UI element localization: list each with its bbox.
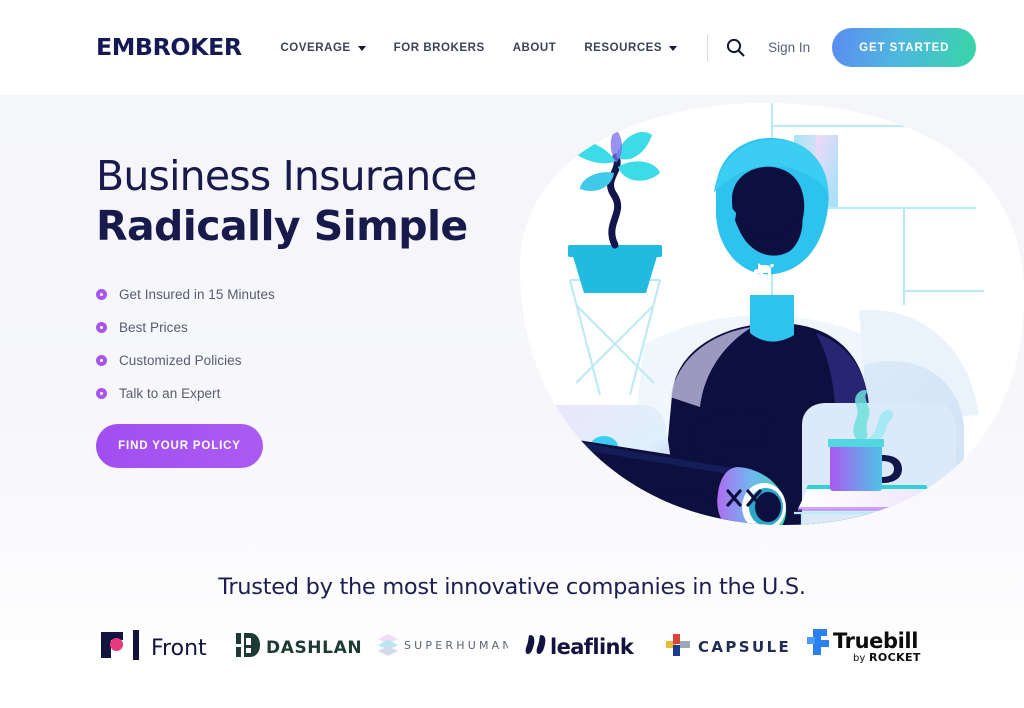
bullet-point-icon [96, 388, 107, 400]
nav-item-label: COVERAGE [280, 41, 351, 54]
embroker-logo[interactable]: EMBROKER [96, 35, 242, 61]
get-started-button[interactable]: GET STARTED [832, 28, 977, 67]
benefit-label: Get Insured in 15 Minutes [119, 287, 275, 303]
nav-item-label: FOR BROKERS [393, 41, 485, 54]
nav-divider [707, 34, 709, 61]
svg-text:Front: Front [151, 636, 207, 661]
svg-text:Truebill: Truebill [833, 629, 918, 653]
page-title-line2: Radically Simple [96, 201, 468, 250]
bullet-point-icon [96, 322, 107, 334]
partner-logos: Front DASHLANE [0, 622, 1024, 668]
nav-item-resources[interactable]: RESOURCES [570, 42, 691, 54]
chevron-down-icon [357, 46, 366, 51]
benefit-label: Customized Policies [119, 353, 242, 369]
trusted-by-title: Trusted by the most innovative companies… [218, 574, 806, 600]
main-navigation: COVERAGE FOR BROKERS ABOUT RESOURCES [266, 42, 691, 54]
hero-content: Business Insurance Radically Simple Get … [96, 152, 526, 469]
svg-text:CAPSULE: CAPSULE [698, 638, 788, 656]
landing-page: EMBROKER COVERAGE FOR BROKERS ABOUT RESO… [0, 0, 1024, 708]
list-item: Customized Policies [96, 353, 526, 368]
sign-in-link[interactable]: Sign In [768, 40, 810, 55]
nav-item-label: RESOURCES [584, 41, 663, 54]
dashlane-logo[interactable]: DASHLANE [227, 622, 370, 668]
svg-text:SUPERHUMAN: SUPERHUMAN [404, 639, 508, 652]
nav-item-coverage[interactable]: COVERAGE [266, 42, 379, 54]
hero-section: Business Insurance Radically Simple Get … [0, 95, 1024, 560]
chevron-down-icon [669, 46, 678, 51]
search-icon[interactable] [722, 35, 748, 61]
trusted-by-section: Trusted by the most innovative companies… [0, 560, 1024, 708]
benefit-label: Best Prices [119, 320, 188, 336]
find-your-policy-button[interactable]: FIND YOUR POLICY [96, 424, 263, 469]
nav-item-for-brokers[interactable]: FOR BROKERS [380, 42, 499, 54]
list-item: Talk to an Expert [96, 386, 526, 401]
page-title-line1: Business Insurance [96, 152, 477, 200]
bullet-point-icon [96, 289, 107, 301]
site-header: EMBROKER COVERAGE FOR BROKERS ABOUT RESO… [0, 0, 1024, 95]
benefit-label: Talk to an Expert [119, 386, 221, 402]
bullet-point-icon [96, 355, 107, 367]
superhuman-logo[interactable]: SUPERHUMAN [369, 622, 512, 668]
svg-text:by: by [853, 653, 865, 664]
nav-item-label: ABOUT [512, 41, 557, 54]
truebill-logo[interactable]: Truebill by ROCKET [797, 622, 940, 668]
front-logo[interactable]: Front [84, 622, 227, 668]
list-item: Best Prices [96, 320, 526, 335]
benefits-list: Get Insured in 15 Minutes Best Prices Cu… [96, 287, 526, 401]
svg-text:DASHLANE: DASHLANE [266, 638, 362, 658]
nav-item-about[interactable]: ABOUT [499, 42, 571, 54]
list-item: Get Insured in 15 Minutes [96, 287, 526, 302]
leaflink-logo[interactable]: leaflink [512, 622, 655, 668]
hero-illustration [464, 95, 1024, 560]
svg-text:ROCKET: ROCKET [869, 651, 921, 664]
capsule-logo[interactable]: CAPSULE [655, 622, 798, 668]
svg-text:leaflink: leaflink [550, 635, 635, 659]
